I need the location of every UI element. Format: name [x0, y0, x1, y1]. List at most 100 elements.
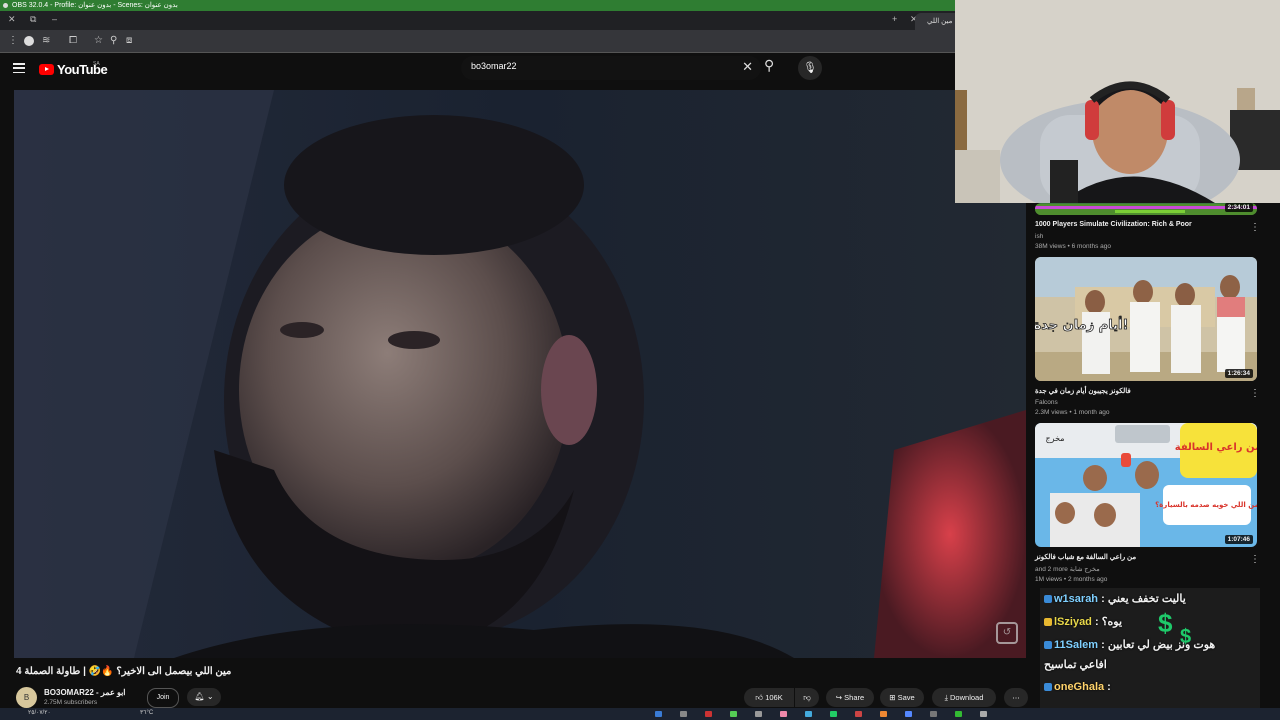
extensions-icon[interactable]: ⧠ [69, 35, 77, 46]
share-icon: ↪ [835, 693, 845, 702]
like-count: 106K [765, 693, 783, 702]
stream-chat-overlay: $ $ w1sarah : ياليت تخفف يعني lSziyad : … [1040, 588, 1260, 708]
webcam-overlay [955, 0, 1280, 203]
rec-3-thumb-tag: مخرج [1045, 434, 1064, 443]
share-button[interactable]: ↪ Share [826, 688, 874, 707]
zoom-icon[interactable]: ⚲ [110, 35, 117, 46]
close-window-icon[interactable]: ✕ [8, 14, 16, 25]
taskbar-app-icon[interactable] [780, 711, 787, 717]
download-button[interactable]: ⤓ Download [932, 688, 996, 707]
like-button[interactable]: 👍︎ 106K [744, 688, 794, 707]
taskbar-app-icon[interactable] [730, 711, 737, 717]
save-button[interactable]: ⊞ Save [880, 688, 924, 707]
notification-bell-button[interactable]: 🔔︎ ⌄ [187, 688, 221, 706]
rec-more-icon[interactable]: ⋮ [1250, 222, 1260, 233]
rec-meta-2: 2.3M views • 1 month ago [1035, 409, 1110, 416]
obs-icon [3, 3, 8, 8]
search-icon[interactable]: ⚲ [764, 57, 774, 74]
channel-name[interactable]: BO3OMAR22 - ابو عمر [44, 688, 126, 697]
microphone-icon[interactable]: 🎙 [798, 56, 822, 80]
chat-text: يوه؟ [1101, 616, 1123, 628]
rec-thumbnail-3-image: من راعي السالفة من اللي خويه صدمه بالسيا… [1035, 423, 1257, 547]
badge-icon [1044, 683, 1052, 692]
taskbar-app-icon[interactable] [680, 711, 687, 717]
search-value: bo3omar22 [471, 61, 517, 71]
rec-meta-1: 38M views • 6 months ago [1035, 243, 1111, 250]
taskbar-app-icon[interactable] [755, 711, 762, 717]
duration-badge: 1:07:46 [1224, 535, 1253, 544]
chat-user: lSziyad [1054, 616, 1092, 628]
avatar[interactable]: B [16, 687, 37, 708]
rec-2-thumb-text: أيام زمان جدة! [1035, 316, 1128, 333]
duration-badge: 2:34:01 [1224, 203, 1253, 212]
save-label: Save [897, 693, 915, 702]
rec-thumbnail-1-image [1035, 204, 1257, 215]
region-code: SA [93, 61, 100, 67]
thumbs-up-icon: 👍︎ [755, 693, 766, 702]
taskbar-app-icon[interactable] [930, 711, 937, 717]
tab-label: مين اللي [927, 18, 953, 25]
download-label: Download [950, 693, 984, 702]
badge-icon [1044, 595, 1052, 604]
badge-icon [1044, 641, 1052, 650]
search-input[interactable]: bo3omar22 ✕ [461, 56, 761, 80]
new-tab-button[interactable]: + [892, 14, 897, 24]
chat-message: lSziyad : يوه؟ [1044, 615, 1122, 628]
rec-title-1[interactable]: 1000 Players Simulate Civilization: Rich… [1035, 221, 1192, 228]
more-actions-button[interactable]: ⋯ [1004, 688, 1028, 707]
save-icon: ⊞ [889, 693, 898, 702]
rec-thumbnail-3[interactable]: من راعي السالفة من اللي خويه صدمه بالسيا… [1035, 423, 1257, 547]
bookmark-star-icon[interactable]: ☆ [94, 35, 103, 46]
rec-thumbnail-1[interactable]: 2:34:01 [1035, 203, 1257, 215]
translate-icon[interactable]: ≋ [42, 35, 50, 46]
chat-message: افاعي تماسيح [1044, 658, 1107, 671]
taskbar-date: ٢٥/٠٧/٢٠ [28, 710, 51, 716]
chat-user: 11Salem [1054, 639, 1099, 651]
subscriber-count: 2.75M subscribers [44, 699, 98, 706]
clear-search-icon[interactable]: ✕ [742, 59, 753, 75]
youtube-header: YouTube SA bo3omar22 ✕ ⚲ 🎙 [0, 53, 955, 90]
dislike-button[interactable]: 👎︎ [795, 688, 819, 707]
taskbar-app-icon[interactable] [655, 711, 662, 717]
taskbar-app-icon[interactable] [905, 711, 912, 717]
menu-dots-icon[interactable]: ⋮ [8, 35, 18, 46]
video-player[interactable]: ↺ [14, 90, 1026, 658]
rec-channel-2[interactable]: Falcons [1035, 399, 1058, 406]
youtube-logo[interactable]: YouTube SA [39, 61, 108, 77]
chat-text: افاعي تماسيح [1044, 659, 1107, 671]
duration-badge: 1:26:34 [1224, 369, 1253, 378]
taskbar-app-icon[interactable] [805, 711, 812, 717]
rec-channel-3[interactable]: and 2 more مخرج شابة [1035, 565, 1100, 573]
taskbar-app-icon[interactable] [830, 711, 837, 717]
rec-thumbnail-2[interactable]: أيام زمان جدة! 1:26:34 [1035, 257, 1257, 381]
chat-message: 11Salem : هوت ونز بيض لي تعابين [1044, 638, 1215, 651]
rec-title-2[interactable]: فالكونز يجيبون أيام زمان في جدة [1035, 387, 1131, 395]
dollar-icon: $ [1158, 608, 1173, 638]
badge-icon [1044, 618, 1052, 627]
chat-message: w1sarah : ياليت تخفف يعني [1044, 592, 1186, 605]
taskbar-temp: ٣٦°C [140, 710, 154, 716]
taskbar-app-icon[interactable] [980, 711, 987, 717]
taskbar-app-icon[interactable] [705, 711, 712, 717]
restore-icon[interactable]: ⧉ [30, 14, 36, 25]
rec-more-icon[interactable]: ⋮ [1250, 554, 1260, 565]
cast-icon[interactable]: ⧈ [126, 35, 132, 46]
hamburger-menu-icon[interactable] [13, 63, 25, 73]
minimize-icon[interactable]: – [52, 14, 57, 24]
profile-icon[interactable] [24, 36, 34, 46]
thumbs-down-icon: 👎︎ [803, 693, 811, 702]
tab-youtube[interactable]: مين اللي [915, 13, 955, 30]
video-frame [14, 90, 1026, 658]
taskbar-app-icon[interactable] [955, 711, 962, 717]
taskbar-app-icon[interactable] [855, 711, 862, 717]
taskbar-app-icon[interactable] [880, 711, 887, 717]
rec-more-icon[interactable]: ⋮ [1250, 388, 1260, 399]
rec-channel-1[interactable]: ish [1035, 233, 1043, 240]
join-button[interactable]: Join [147, 688, 179, 708]
rec-3-thumb-caption: من اللي خويه صدمه بالسيارة؟ [1155, 501, 1257, 509]
video-title: مين اللي بيصمل الى الاخير؟ 🔥🤣 | طاولة ال… [16, 666, 232, 677]
rec-title-3[interactable]: من راعي السالفة مع شباب فالكونز [1035, 553, 1136, 561]
share-label: Share [844, 693, 865, 702]
chat-text: هوت ونز بيض لي تعابين [1107, 639, 1216, 651]
chat-user: w1sarah [1054, 593, 1099, 605]
